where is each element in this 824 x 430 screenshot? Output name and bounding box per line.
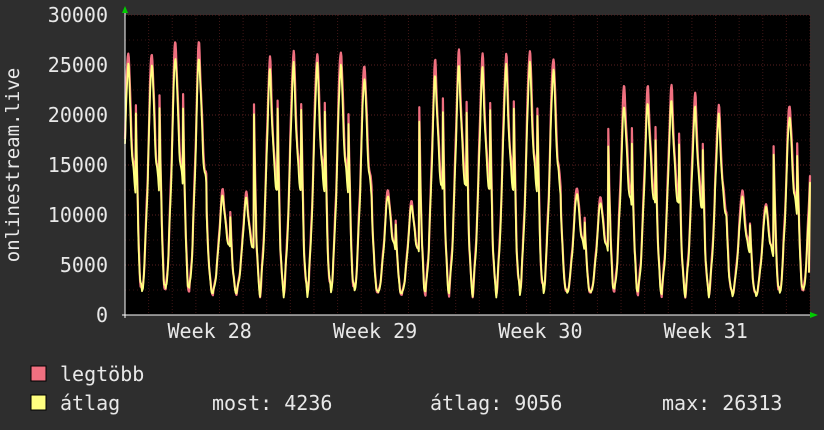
chart: 050001000015000200002500030000 Week 28 We… xyxy=(2,3,818,415)
y-tick-label: 20000 xyxy=(48,103,108,127)
x-tick-labels: Week 28 Week 29 Week 30 Week 31 xyxy=(168,319,748,343)
legend-swatch-atlag xyxy=(30,394,47,411)
x-tick-label: Week 29 xyxy=(333,319,417,343)
y-tick-label: 5000 xyxy=(60,253,108,277)
y-tick-labels: 0 5000 10000 15000 20000 25000 30000 xyxy=(48,3,108,327)
y-tick-label: 10000 xyxy=(48,203,108,227)
x-tick-label: Week 30 xyxy=(498,319,582,343)
y-axis-label: onlinestream.live xyxy=(2,68,24,262)
legend-label-atlag: átlag xyxy=(60,391,120,415)
y-tick-label: 0 xyxy=(96,303,108,327)
y-tick-label: 25000 xyxy=(48,53,108,77)
legend-label-legtobb: legtöbb xyxy=(60,362,144,386)
x-tick-label: Week 28 xyxy=(168,319,252,343)
x-axis-arrow-icon xyxy=(810,312,818,318)
y-axis-arrow-icon xyxy=(122,6,128,13)
stat-now: most: 4236 xyxy=(212,391,332,415)
legend-swatch-legtobb xyxy=(30,365,47,382)
x-tick-label: Week 31 xyxy=(664,319,748,343)
stat-max: max: 26313 xyxy=(662,391,782,415)
stat-avg: átlag: 9056 xyxy=(430,391,562,415)
y-tick-label: 30000 xyxy=(48,3,108,27)
y-tick-label: 15000 xyxy=(48,153,108,177)
